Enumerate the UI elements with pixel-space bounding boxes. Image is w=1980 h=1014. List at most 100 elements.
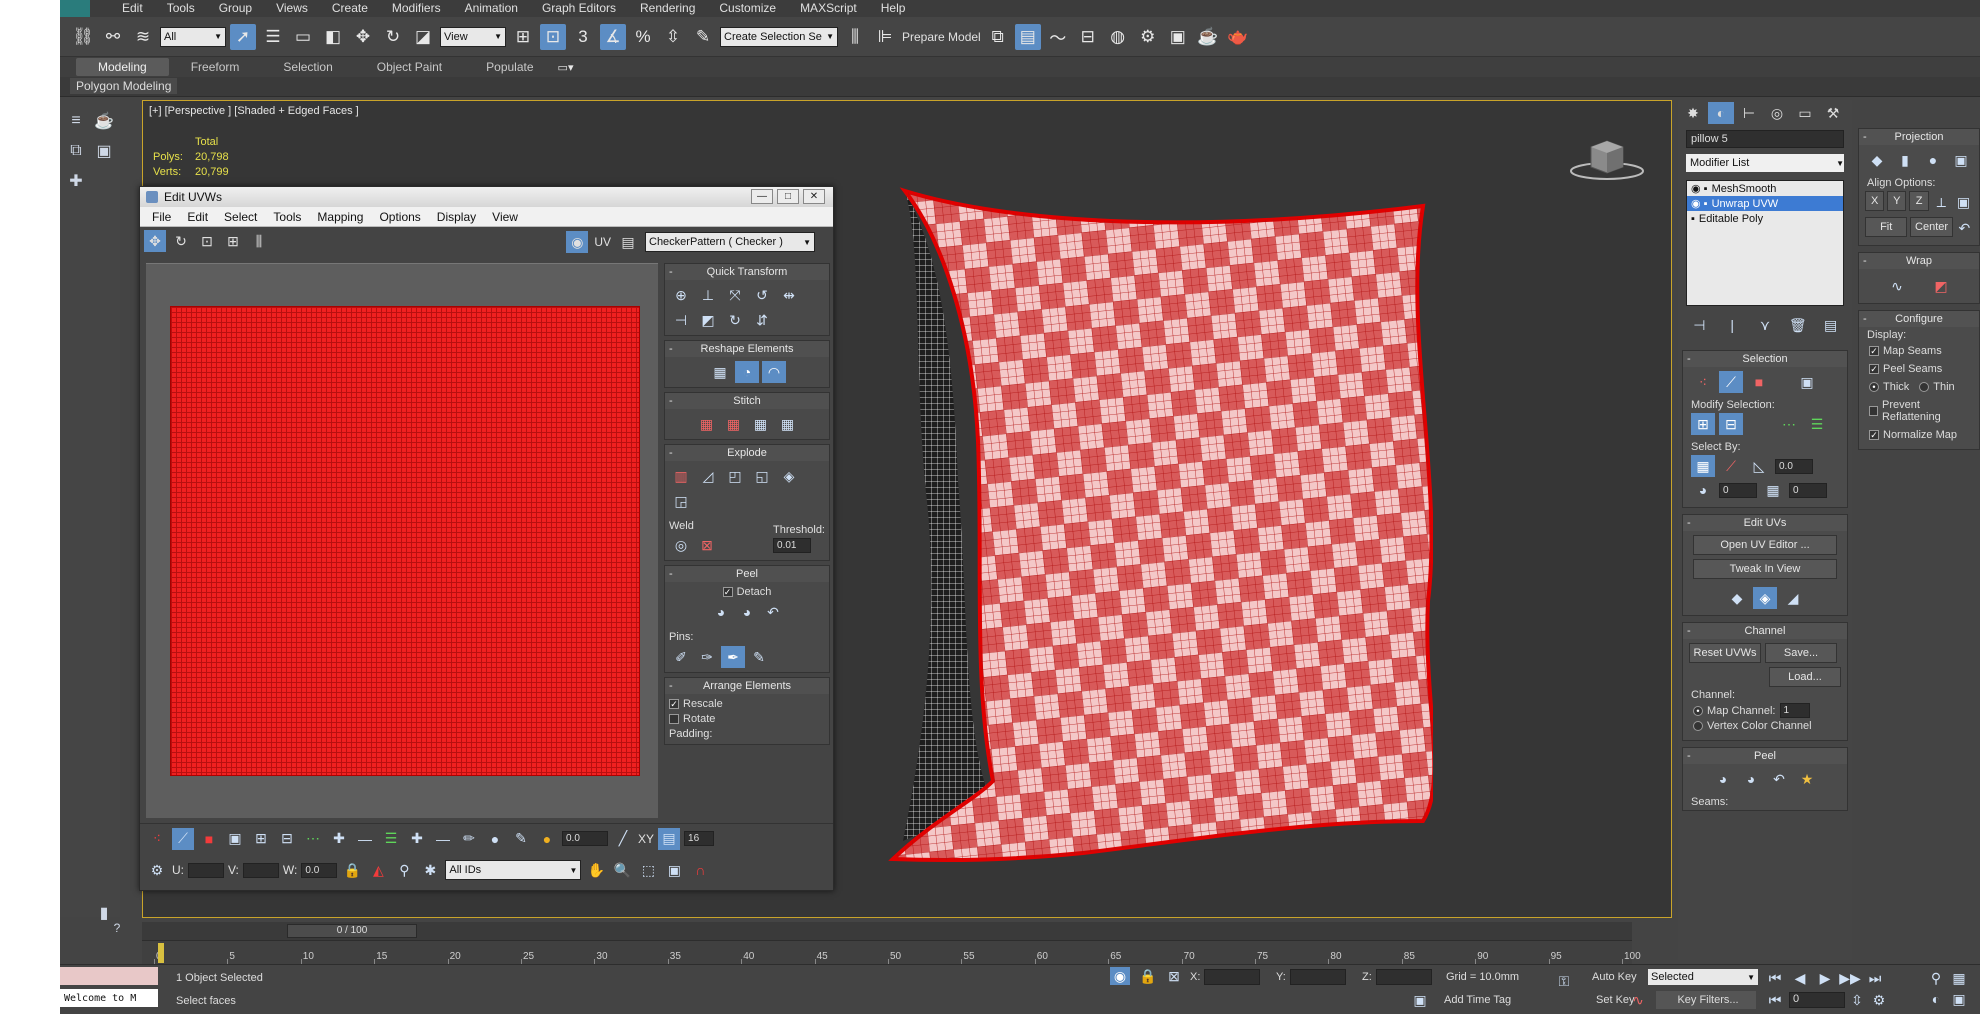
shrink-icon[interactable]: ⊟ (1719, 413, 1743, 435)
uvw-menu-select[interactable]: Select (216, 210, 265, 224)
soft-selection-icon[interactable]: ● (536, 828, 558, 850)
go-to-start-icon[interactable]: ⏮ (1764, 969, 1786, 987)
remove-modifier-icon[interactable]: 🗑 (1786, 314, 1809, 336)
menu-views[interactable]: Views (264, 0, 320, 17)
unlink-icon[interactable]: ⚯ (100, 24, 126, 50)
edge-distance-icon[interactable]: ╱ (612, 828, 634, 850)
scene-explorer-icon[interactable]: ▤ (1014, 23, 1041, 50)
grid-spinner[interactable]: 16 (684, 831, 715, 846)
pin-selected-icon[interactable]: ✐ (669, 646, 693, 668)
relax-until-flat-icon[interactable]: ◠ (762, 361, 786, 383)
loop-grow-icon[interactable]: ☰ (380, 828, 402, 850)
channel-header[interactable]: Channel (1683, 623, 1847, 639)
material-editor-icon[interactable]: ◍ (1105, 24, 1131, 50)
load-button[interactable]: Load... (1769, 667, 1841, 687)
poly-mode-icon[interactable]: ■ (198, 828, 220, 850)
pivot-center-icon[interactable]: ⊞ (510, 24, 536, 50)
grow-selection-icon[interactable]: ⊞ (250, 828, 272, 850)
select-by-name-icon[interactable]: ☰ (260, 24, 286, 50)
display-tab-icon[interactable]: ▭ (1792, 102, 1818, 124)
object-name-field[interactable]: pillow 5 (1686, 130, 1844, 148)
thin-radio[interactable]: Thin (1919, 381, 1955, 393)
ribbon-tab-selection[interactable]: Selection (261, 58, 354, 76)
angle-snap-icon[interactable]: ∡ (600, 23, 626, 50)
select-by-edge-icon[interactable]: ⟋ (1719, 455, 1743, 477)
go-to-end-icon[interactable]: ⏭ (1864, 969, 1886, 987)
pillow-mesh[interactable] (883, 181, 1433, 871)
schematic-view-icon[interactable]: ⊟ (1075, 24, 1101, 50)
reshape-elements-header[interactable]: Reshape Elements (665, 341, 829, 357)
planar-angle-spinner[interactable]: 0.0 (1775, 458, 1813, 474)
soft-selection-spinner[interactable]: 0.0 (562, 831, 608, 846)
mirror-icon[interactable]: ⫼ (842, 24, 868, 50)
menu-maxscript[interactable]: MAXScript (788, 0, 869, 17)
u-field[interactable] (188, 862, 224, 878)
ribbon-options-icon[interactable]: ▭▾ (556, 60, 576, 74)
align-icon[interactable]: ⊫ (872, 24, 898, 50)
planar-angle-icon[interactable]: ◺ (1747, 455, 1771, 477)
app-logo-icon[interactable] (60, 0, 90, 17)
align-to-view-small-icon[interactable]: ▣ (1954, 191, 1973, 213)
uvw-menu-tools[interactable]: Tools (265, 210, 309, 224)
layers-strip-icon[interactable]: ⧉ (62, 137, 90, 165)
zoom-icon[interactable]: 🔍 (611, 859, 633, 881)
filter-icon[interactable]: ✱ (419, 859, 441, 881)
relax-icon[interactable]: ◔ (735, 361, 759, 383)
z-field[interactable] (1376, 969, 1432, 985)
edge-select-icon[interactable]: ⟋ (1719, 371, 1743, 393)
align-horizontal-icon[interactable]: ⊥ (696, 284, 720, 306)
tweak-in-view-button[interactable]: Tweak In View (1693, 559, 1837, 579)
menu-modifiers[interactable]: Modifiers (380, 0, 453, 17)
map-seams-checkbox[interactable]: ✓ Map Seams (1869, 345, 1969, 357)
spline-map-icon[interactable]: ∿ (1885, 275, 1909, 297)
vertex-color-radio[interactable]: Vertex Color Channel (1693, 720, 1812, 732)
render-setup-icon[interactable]: ⚙ (1135, 24, 1161, 50)
frame-spinner-icon[interactable]: ⇳ (1848, 991, 1866, 1009)
v-field[interactable] (242, 862, 279, 878)
play-icon[interactable]: ▶ (1814, 969, 1836, 987)
quick-peel-icon[interactable]: ◕ (709, 601, 733, 623)
flatten-custom-icon[interactable]: ◲ (669, 490, 693, 512)
peel-seams-checkbox[interactable]: ✓ Peel Seams (1869, 363, 1969, 375)
uv-canvas[interactable] (146, 263, 658, 818)
stitch-header[interactable]: Stitch (665, 393, 829, 409)
menu-rendering[interactable]: Rendering (628, 0, 707, 17)
uv-island[interactable] (170, 306, 640, 776)
rotate-checkbox[interactable]: Rotate (669, 713, 715, 725)
teapot-strip-icon[interactable]: ☕ (90, 107, 118, 135)
arrange-elements-header[interactable]: Arrange Elements (665, 678, 829, 694)
uv-move-icon[interactable]: ✥ (144, 230, 166, 252)
save-button[interactable]: Save... (1765, 643, 1837, 663)
scene-explorer-strip-icon[interactable]: ≡ (62, 107, 90, 135)
ribbon-tab-populate[interactable]: Populate (464, 58, 555, 76)
unfold-map-icon[interactable]: ◩ (1929, 275, 1953, 297)
material-id-icon[interactable]: ▦ (1761, 479, 1785, 501)
ribbon-tab-freeform[interactable]: Freeform (169, 58, 262, 76)
peel-mode-icon[interactable]: ◕ (735, 601, 759, 623)
peel-cp-header[interactable]: Peel (1683, 748, 1847, 764)
next-frame-icon[interactable]: ▶▶ (1839, 969, 1861, 987)
zoom-extents-icon[interactable]: ▣ (663, 859, 685, 881)
viewport-label[interactable]: [+] [Perspective ] [Shaded + Edged Faces… (149, 105, 359, 117)
paint-select-icon[interactable]: ✏ (458, 828, 480, 850)
loop-plus-icon[interactable]: ✚ (406, 828, 428, 850)
polygon-modeling-label[interactable]: Polygon Modeling (70, 78, 178, 94)
key-icon[interactable]: ⚿ (1552, 971, 1576, 991)
move-icon[interactable]: ✥ (350, 24, 376, 50)
reference-coord-select[interactable]: View ▼ (440, 26, 506, 47)
uvw-titlebar[interactable]: Edit UVWs — □ ✕ (140, 187, 833, 207)
detach-checkbox[interactable]: ✓ Detach (722, 586, 771, 598)
menu-customize[interactable]: Customize (707, 0, 788, 17)
spinner-snap-icon[interactable]: ⇳ (660, 24, 686, 50)
render-frame-icon[interactable]: ▣ (1165, 24, 1191, 50)
time-config-icon[interactable]: ⚙ (1869, 991, 1889, 1009)
reset-uvws-button[interactable]: Reset UVWs (1689, 643, 1761, 663)
menu-help[interactable]: Help (869, 0, 918, 17)
zoom-all-icon[interactable]: ▦ (1949, 969, 1969, 987)
spherical-projection-icon[interactable]: ● (1921, 149, 1945, 171)
cylindrical-projection-icon[interactable]: ▮ (1893, 149, 1917, 171)
ring-minus-icon[interactable]: — (354, 828, 376, 850)
lock-icon[interactable]: 🔒 (341, 859, 363, 881)
window-crossing-icon[interactable]: ◧ (320, 24, 346, 50)
stack-item-editable-poly[interactable]: ▪ Editable Poly (1687, 211, 1843, 226)
